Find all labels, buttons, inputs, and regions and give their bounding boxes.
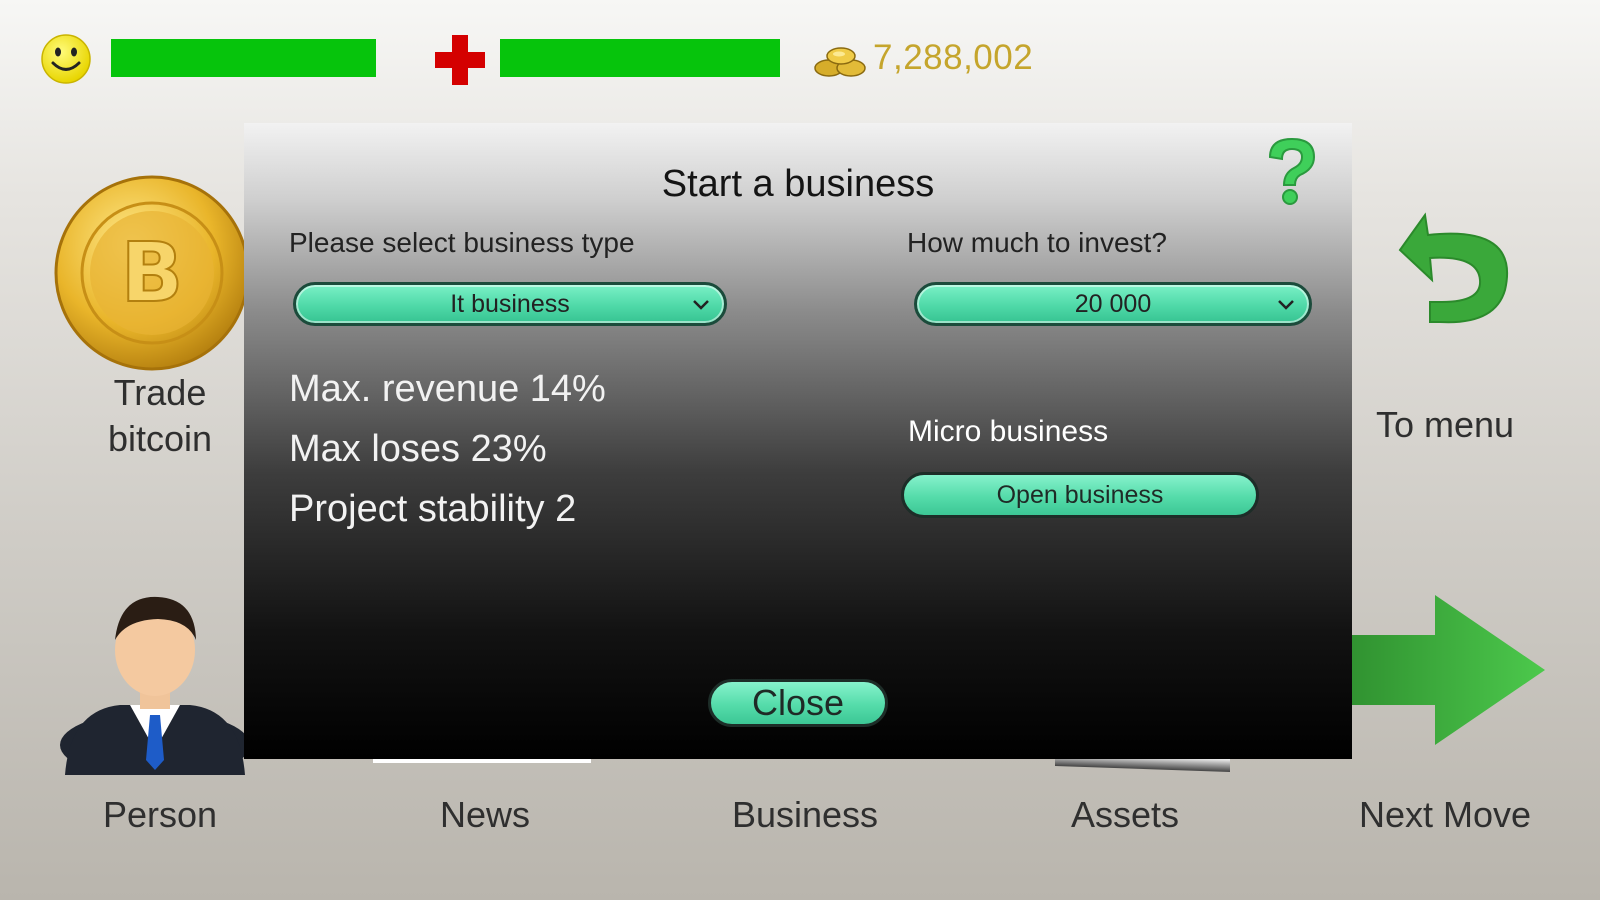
svg-text:B: B — [121, 226, 184, 321]
max-revenue-text: Max. revenue 14% — [289, 368, 606, 410]
mood-bar — [111, 39, 376, 77]
assets-label[interactable]: Assets — [1020, 792, 1230, 838]
open-business-button[interactable]: Open business — [901, 472, 1259, 518]
question-mark-icon[interactable] — [1262, 135, 1322, 207]
invest-amount-label: How much to invest? — [907, 227, 1167, 258]
to-menu-label[interactable]: To menu — [1340, 402, 1550, 448]
health-bar — [500, 39, 780, 77]
dialog-title: Start a business — [661, 163, 935, 205]
invest-amount-dropdown[interactable]: 20 000 — [914, 282, 1312, 326]
chevron-down-icon — [693, 300, 709, 310]
news-label[interactable]: News — [380, 792, 590, 838]
max-loses-text: Max loses 23% — [289, 428, 547, 470]
project-stability-text: Project stability 2 — [289, 488, 577, 530]
start-business-dialog: Start a business Please select business … — [244, 123, 1352, 759]
person-avatar-icon[interactable] — [60, 575, 250, 775]
red-cross-icon — [435, 35, 485, 85]
business-label[interactable]: Business — [700, 792, 910, 838]
back-arrow-icon[interactable] — [1370, 210, 1525, 340]
chevron-down-icon — [1278, 300, 1294, 310]
coins-icon — [814, 47, 866, 77]
business-category-label: Micro business — [908, 415, 1109, 448]
smiley-icon — [41, 34, 91, 84]
business-type-value: It business — [450, 289, 570, 318]
invest-amount-value: 20 000 — [1074, 289, 1152, 318]
person-label[interactable]: Person — [60, 792, 260, 838]
money-counter: 7,288,002 — [873, 38, 1034, 77]
next-move-label[interactable]: Next Move — [1335, 792, 1555, 838]
close-button[interactable]: Close — [708, 679, 888, 727]
business-type-dropdown[interactable]: It business — [293, 282, 727, 326]
next-arrow-icon[interactable] — [1340, 595, 1550, 755]
business-type-label: Please select business type — [289, 227, 635, 258]
bitcoin-coin-icon[interactable]: B — [52, 173, 252, 373]
trade-bitcoin-label[interactable]: Trade bitcoin — [60, 370, 260, 462]
